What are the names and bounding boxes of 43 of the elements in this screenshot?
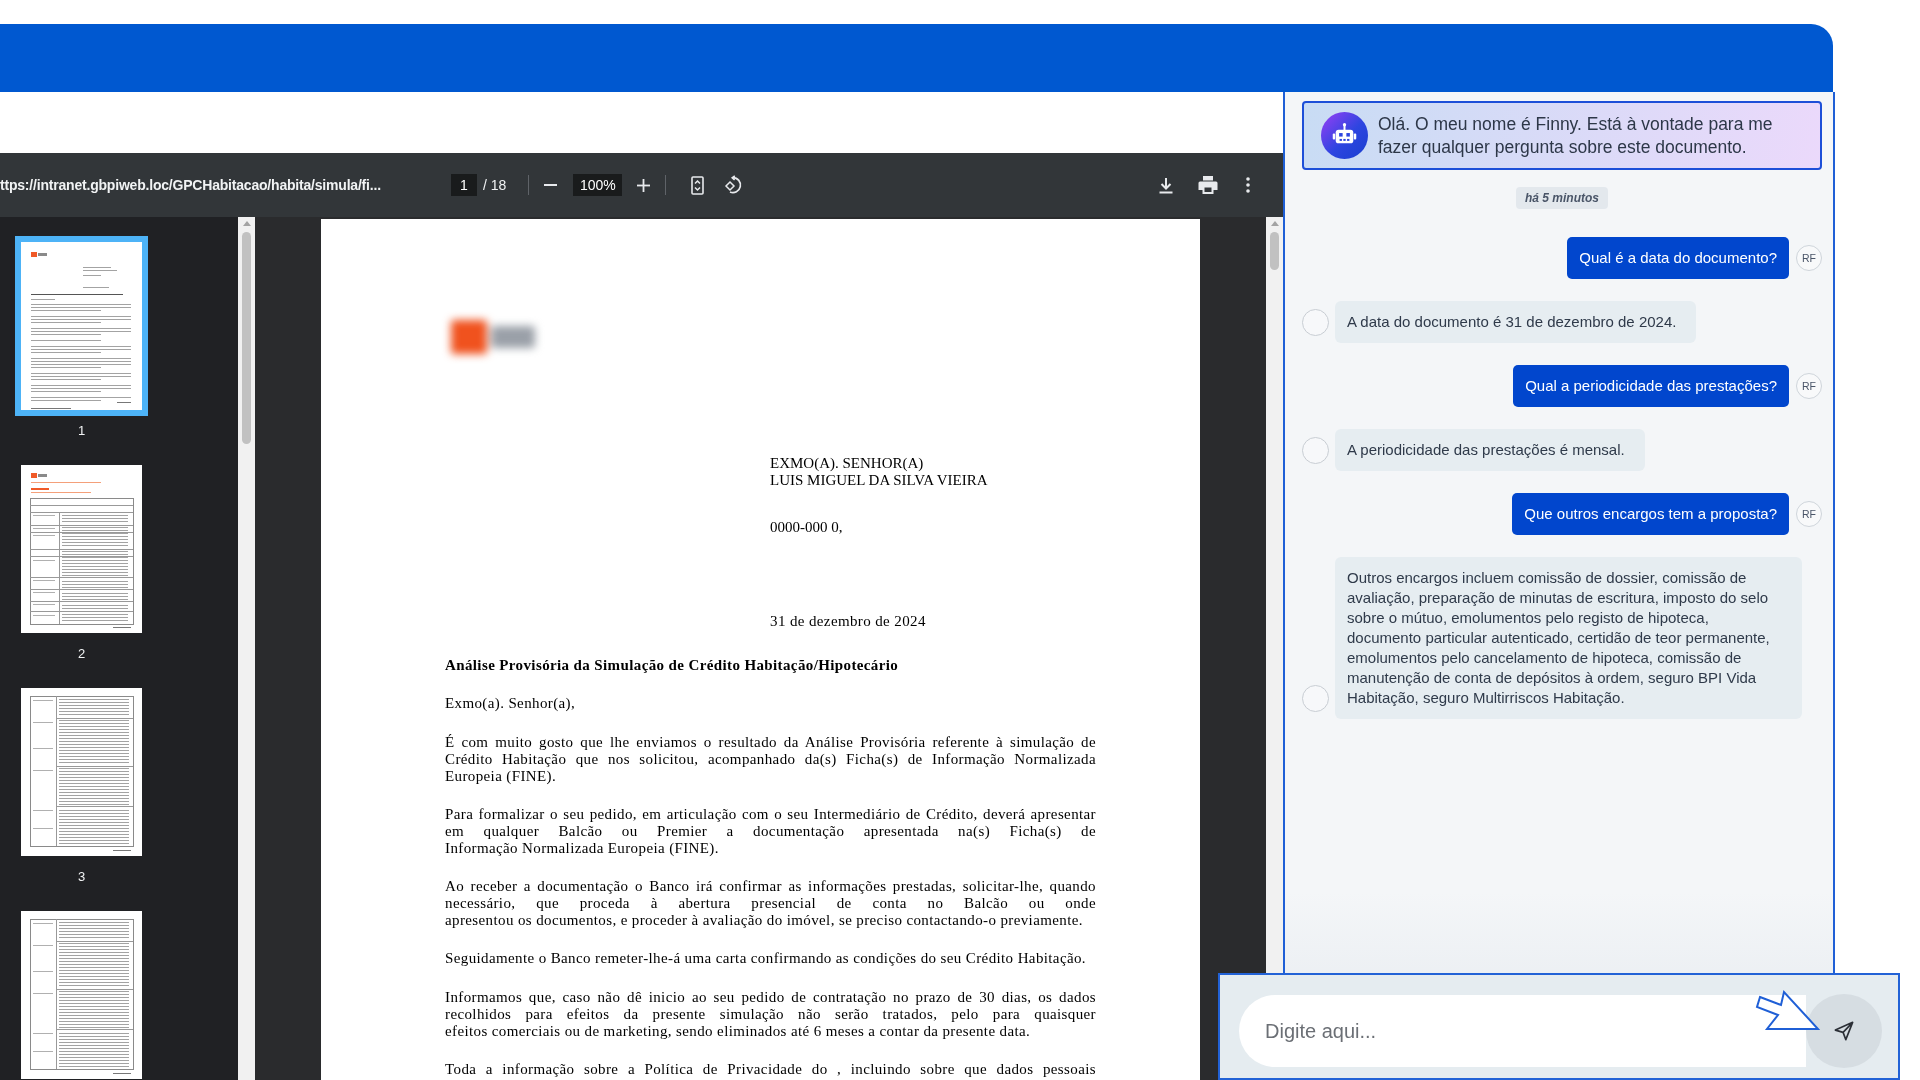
document-url: ttps://intranet.gbpiweb.loc/GPCHabitacao/habita/simula/fi... [0,177,381,193]
user-avatar: RF [1796,245,1822,271]
letter-greeting: Exmo(a). Senhor(a), [445,695,577,713]
user-message: Qual a periodicidade das prestações? [1513,365,1789,407]
paragraph: Ao receber a documentação o Banco irá confirmar as informações prestadas, solicitar-lhe, quando necessário, que proceda à abertura presencial de conta no Balcão ou onde apresentou os documentos, e proceder à avaliação do imóvel, se preciso contactando-o previamente. [445,878,1096,930]
fit-page-icon[interactable] [691,175,705,195]
zoom-level-field[interactable]: 100% [573,174,623,196]
postal-code: 0000-000 0, [770,519,844,537]
print-icon[interactable] [1198,176,1218,194]
page-number-label: 2 [77,645,86,663]
page-number-field[interactable]: 1 [451,174,477,196]
user-message: Qual é a data do documento? [1567,237,1789,279]
page-number-label: 3 [77,868,86,886]
more-options-icon[interactable] [1246,177,1250,193]
paragraph: Para formalizar o seu pedido, em articulação com o seu Intermediário de Crédito, deverá apresentar em qualquer Balcão ou Premier a documentação apresentada na(s) Ficha(s) de Informação Normalizada Europeia (FINE). [445,805,1096,858]
avatar-circle-icon [1302,437,1329,464]
send-icon [1834,1021,1854,1041]
recipient-address: EXMO(A). SENHOR(A) LUIS MIGUEL DA SILVA VIEIRA [770,455,989,490]
user-avatar: RF [1796,501,1822,527]
download-icon[interactable] [1158,176,1174,194]
page-number-label: 1 [77,422,86,440]
letter-date: 31 de dezembro de 2024 [770,613,927,631]
user-avatar: RF [1796,373,1822,399]
avatar-circle-icon [1302,685,1329,712]
bot-message: Outros encargos incluem comissão de dossier, comissão de avaliação, preparação de minutas de escritura, imposto do selo sobre o mútuo, emolumentos pelo registo de hipoteca, documento particular autenticado, certidão de teor permanente, emolumentos pelo cancelamento de hipoteca, comissão de manutenção de conta de depósitos à ordem, seguro BPI Vida Habitação, seguro Multirriscos Habitação. [1335,557,1802,719]
paragraph: Informamos que, caso não dê inicio ao seu pedido de contratação no prazo de 30 dias, os dados recolhidos para efeitos da presente simulação não serão tratados, pelo para quaisquer efeitos comerciais ou de marketing, sendo eliminados até 6 meses a contar da presente data. [445,988,1096,1040]
avatar-circle-icon [1302,309,1329,336]
zoom-in-icon[interactable] [637,178,651,192]
paragraph: Toda a informação sobre a Política de Privacidade do , incluindo sobre que dados pessoais [445,1060,1096,1078]
letter-title: Análise Provisória da Simulação de Crédito Habitação/Hipotecário [445,657,900,675]
scrollbar-thumb[interactable] [1270,232,1279,270]
paragraph: Seguidamente o Banco remeter-lhe-á uma carta confirmando as condições do seu Crédito Habitação. [445,950,1087,968]
bot-message: A data do documento é 31 de dezembro de 2024. [1335,301,1697,343]
robot-icon [1321,112,1368,159]
page-thumbnail[interactable] [15,236,148,416]
scrollbar-thumb[interactable] [242,232,251,444]
timestamp: há 5 minutos [1516,187,1608,209]
message-input[interactable]: Digite aqui... [1239,995,1806,1067]
paragraph: É com muito gosto que lhe enviamos o resultado da Análise Provisória referente à simulação de Crédito Habitação que nos solicitou, acompanhado da(s) Ficha(s) de Informação Normalizada Europeia (FINE). [445,733,1096,785]
welcome-message: Olá. O meu nome é Finny. Está à vontade para me fazer qualquer pergunta sobre este documento. [1378,112,1774,159]
bot-message: A periodicidade das prestações é mensal. [1335,429,1645,471]
user-message: Que outros encargos tem a proposta? [1512,493,1789,535]
page-count: / 18 [483,177,507,193]
